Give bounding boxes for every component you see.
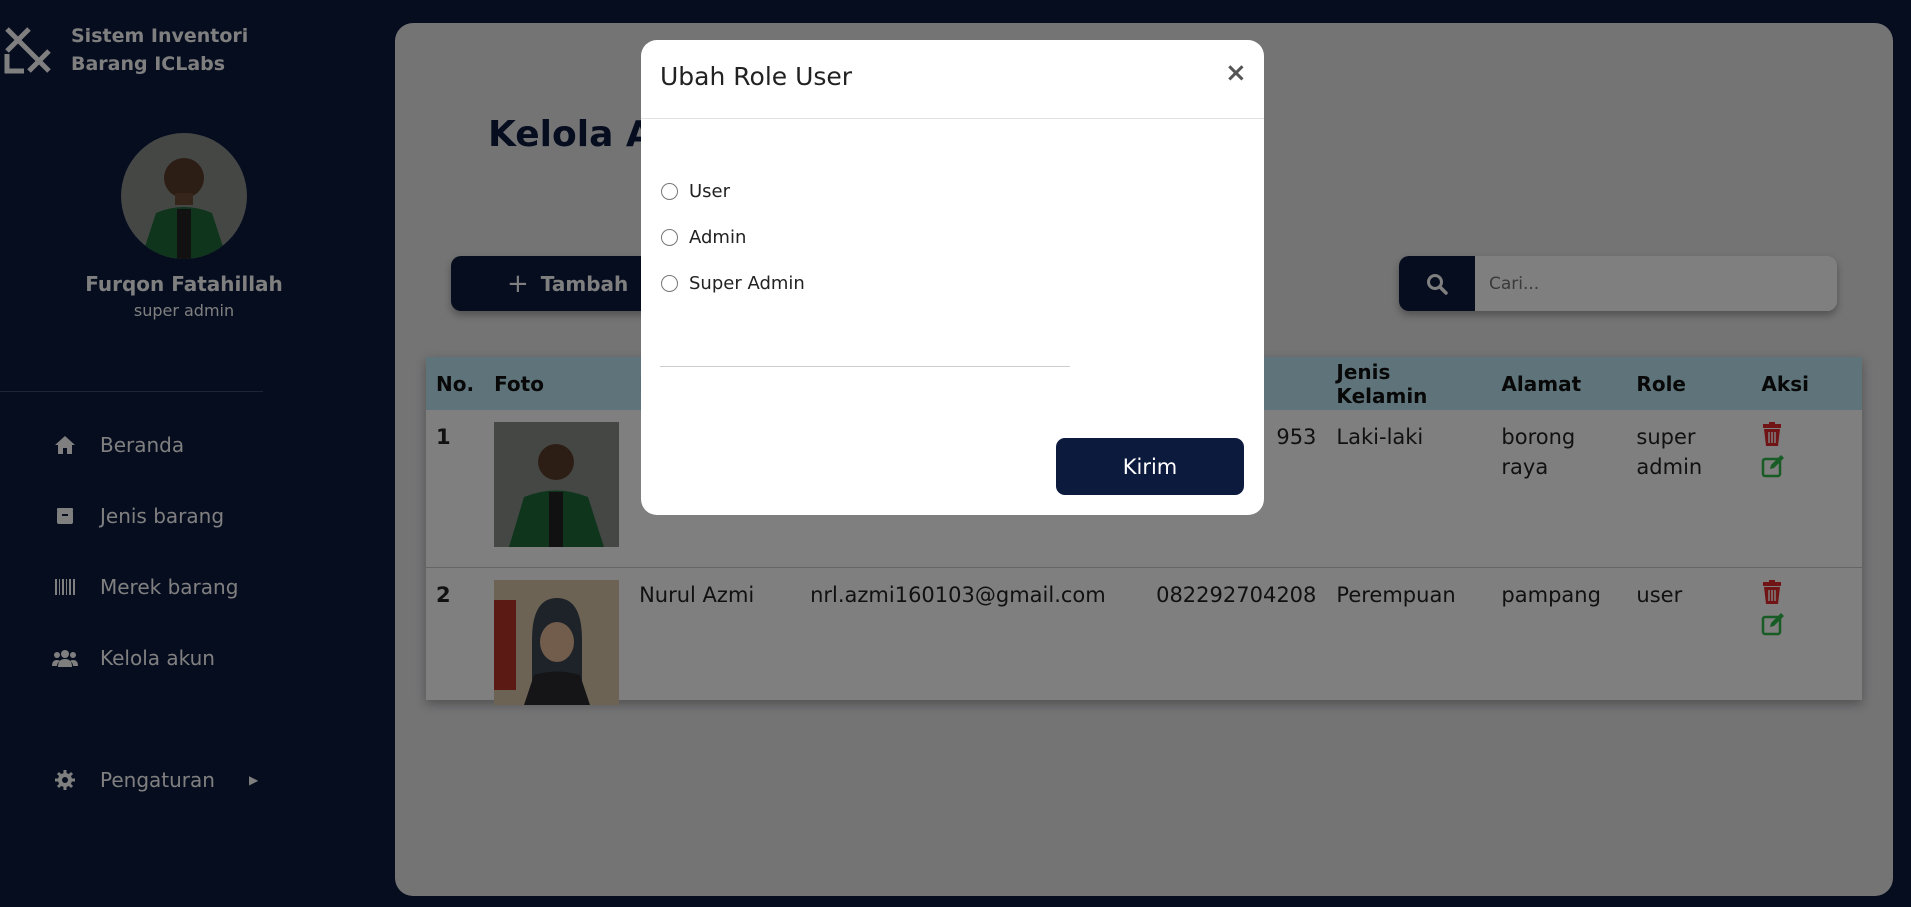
modal-divider [641,118,1264,119]
submit-button[interactable]: Kirim [1056,438,1244,495]
role-option-user[interactable]: User [661,181,730,202]
change-role-modal: Ubah Role User × User Admin Super Admin … [641,40,1264,515]
radio-circle[interactable] [661,229,678,246]
radio-circle[interactable] [661,183,678,200]
modal-input-line [660,366,1070,367]
modal-title: Ubah Role User [660,62,853,91]
radio-circle[interactable] [661,275,678,292]
role-option-label: Admin [689,227,747,248]
role-option-label: User [689,181,731,202]
role-option-super-admin[interactable]: Super Admin [661,273,805,294]
role-option-admin[interactable]: Admin [661,227,746,248]
role-option-label: Super Admin [689,273,805,294]
close-icon[interactable]: × [1225,58,1247,88]
